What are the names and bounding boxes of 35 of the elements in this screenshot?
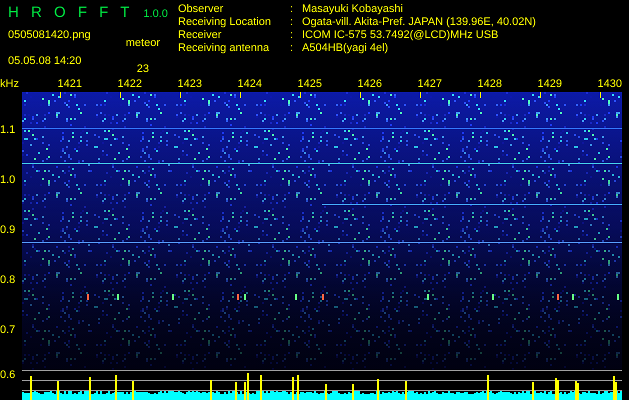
minute-label: 1423: [178, 76, 202, 92]
frequency-label: 0.9: [0, 222, 16, 238]
version-number: 1.0.0: [143, 7, 168, 22]
app-title: H R O F F T: [8, 3, 130, 23]
date-time: 05.05.08 14:20: [8, 54, 82, 69]
info-value: Ogata-vill. Akita-Pref. JAPAN (139.96E, 40.02N): [302, 16, 536, 29]
info-separator: :: [290, 3, 294, 16]
frequency-label: 1.0: [0, 172, 16, 188]
minute-label: 1427: [418, 76, 442, 92]
info-label: Receiving Location: [178, 16, 272, 29]
file-name: 0505081420.png: [8, 28, 91, 42]
info-label: Receiver: [178, 29, 222, 42]
minute-label: 1424: [238, 76, 262, 92]
minute-label: 1429: [538, 76, 562, 92]
info-separator: :: [290, 42, 294, 55]
minute-label: 1428: [478, 76, 502, 92]
frequency-label: 0.7: [0, 322, 16, 338]
minute-label: 1421: [58, 76, 82, 92]
info-label: Observer: [178, 3, 224, 16]
frequency-label: 0.6: [0, 368, 16, 383]
info-value: ICOM IC-575 53.7492(@LCD)MHz USB: [302, 29, 498, 42]
minute-label: 1430: [598, 76, 622, 92]
info-separator: :: [290, 16, 294, 29]
minute-label: 1422: [118, 76, 142, 92]
minute-label: 1426: [358, 76, 382, 92]
frequency-label: 0.8: [0, 272, 16, 288]
frequency-label: 1.1: [0, 122, 16, 138]
info-value: A504HB(yagi 4el): [302, 42, 388, 55]
info-label: Receiving antenna: [178, 42, 270, 55]
axis-unit: kHz: [0, 77, 20, 92]
meteor-label: meteor: [126, 36, 160, 50]
info-value: Masayuki Kobayashi: [302, 3, 403, 16]
meteor-count: 23: [136, 62, 149, 77]
minute-label: 1425: [298, 76, 322, 92]
info-separator: :: [290, 29, 294, 42]
